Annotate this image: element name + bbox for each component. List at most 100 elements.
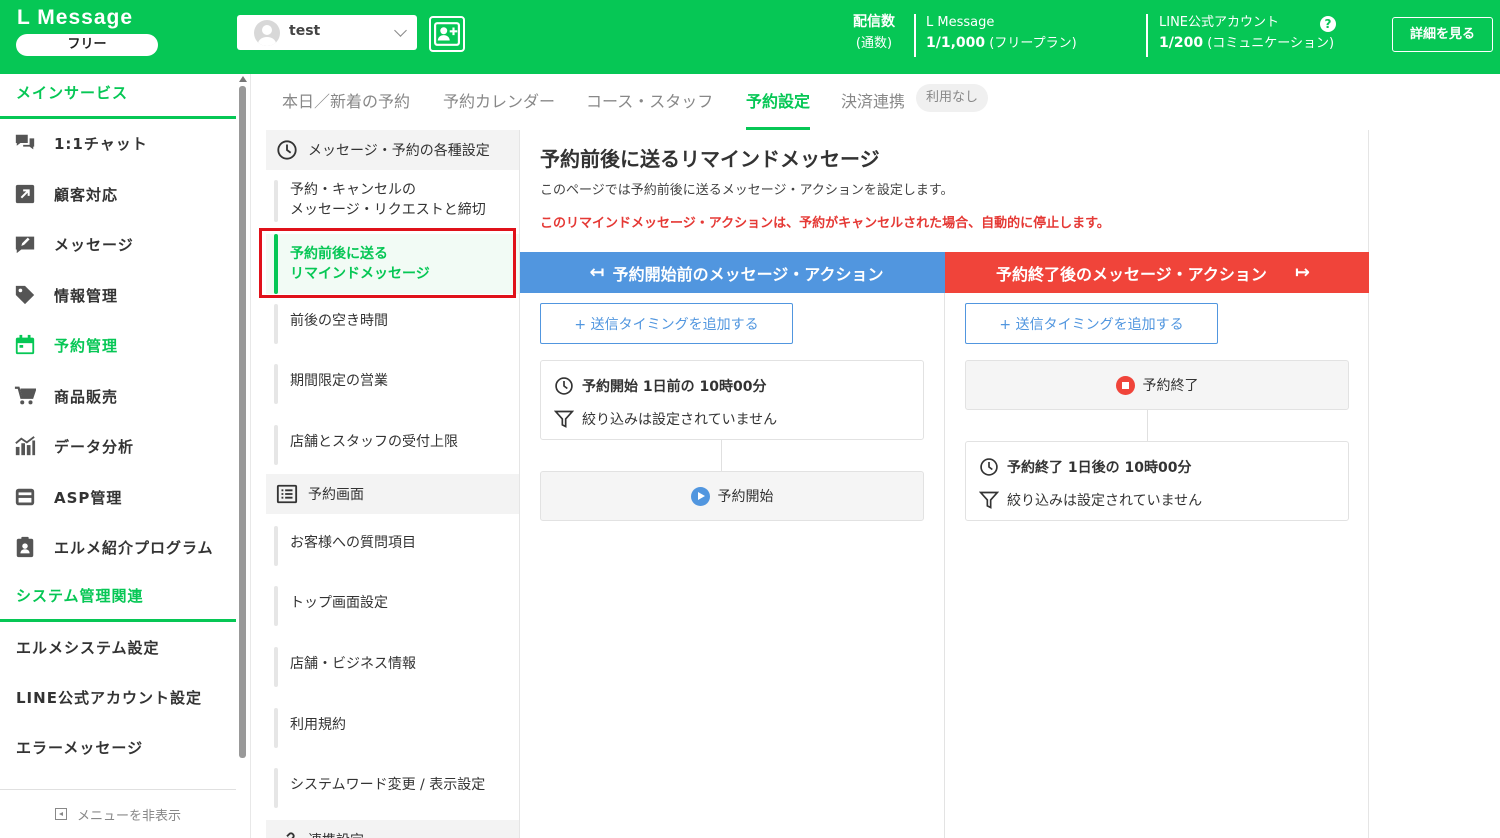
page-description: このページでは予約前後に送るメッセージ・アクションを設定します。: [540, 183, 954, 198]
tab-payment[interactable]: 決済連携: [841, 88, 905, 130]
sidebar-item-message[interactable]: メッセージ: [0, 219, 236, 269]
hide-menu-label: メニューを非表示: [76, 808, 181, 824]
filter-icon: [979, 491, 999, 509]
sidebar-item-reservation[interactable]: 予約管理: [0, 320, 236, 370]
subnav-item-questions[interactable]: お客様への質問項目: [266, 526, 519, 566]
tab-course-staff[interactable]: コース・スタッフ: [586, 88, 713, 130]
avatar: [254, 20, 280, 46]
sidebar-item-label: データ分析: [54, 437, 135, 456]
line-quota-label: LINE公式アカウント: [1159, 15, 1280, 30]
tab-reservation-settings[interactable]: 予約設定: [746, 88, 810, 130]
sidebar-item-line-settings[interactable]: LINE公式アカウント設定: [0, 672, 236, 722]
collapse-icon: [54, 808, 67, 820]
tag-icon: [14, 284, 36, 306]
hide-menu-button[interactable]: メニューを非表示: [0, 789, 236, 838]
clock-icon: [277, 140, 297, 160]
subnav-head-label: 連携設定: [308, 830, 364, 838]
subnav-item-words[interactable]: システムワード変更 / 表示設定: [266, 768, 519, 808]
external-link-icon: [14, 183, 36, 205]
stop-icon: [1115, 375, 1135, 395]
line-plan: (コミュニケーション): [1207, 36, 1335, 51]
line-quota-value: 1/200: [1159, 35, 1204, 51]
subnav-item-limited[interactable]: 期間限定の営業: [266, 364, 519, 404]
sidebar-item-chat[interactable]: 1:1チャット: [0, 118, 236, 168]
header-divider: [1146, 14, 1148, 57]
subnav-head-label: メッセージ・予約の各種設定: [308, 143, 490, 159]
sidebar-item-label: 1:1チャット: [54, 134, 148, 153]
tab-today[interactable]: 本日／新着の予約: [282, 88, 410, 130]
sidebar-scrollbar[interactable]: [239, 86, 246, 758]
add-timing-after-button[interactable]: + 送信タイミングを追加する: [965, 303, 1218, 344]
lmessage-quota-label: L Message: [926, 15, 995, 30]
highlight-outline: [259, 228, 516, 298]
end-label: 予約終了: [1142, 378, 1199, 394]
link-icon: [286, 832, 295, 838]
subnav-item-label: 予約・キャンセルの: [290, 182, 416, 198]
subnav-item-top[interactable]: トップ画面設定: [266, 586, 519, 626]
clock-icon: [980, 458, 998, 476]
reminder-time-row: 予約開始 1日前の 10時00分: [554, 376, 766, 396]
connector-line: [721, 440, 722, 471]
arrow-left-bar-icon: ↤: [589, 262, 605, 283]
sidebar-item-system-settings[interactable]: エルメシステム設定: [0, 622, 236, 672]
cart-icon: [14, 385, 36, 407]
reservation-tabs: 本日／新着の予約 予約カレンダー コース・スタッフ 予約設定 決済連携 利用なし: [266, 74, 1500, 130]
subnav-head-label: 予約画面: [308, 487, 364, 503]
calendar-icon: [14, 334, 36, 356]
tab-calendar[interactable]: 予約カレンダー: [443, 88, 555, 130]
subnav-item-capacity[interactable]: 店舗とスタッフの受付上限: [266, 425, 519, 465]
reminder-time-row: 予約終了 1日後の 10時00分: [979, 457, 1191, 477]
brand-name: L Message: [17, 6, 133, 29]
lmessage-quota: L Message 1/1,000 (フリープラン): [926, 12, 1077, 54]
reminder-time: 予約終了 1日後の 10時00分: [1007, 460, 1192, 476]
section-main-services: メインサービス: [0, 74, 236, 119]
sidebar-item-error-messages[interactable]: エラーメッセージ: [0, 722, 236, 772]
sidebar-item-asp[interactable]: ASP管理: [0, 472, 236, 522]
sidebar-item-sales[interactable]: 商品販売: [0, 371, 236, 421]
details-button[interactable]: 詳細を見る: [1392, 17, 1493, 52]
sidebar-item-referral[interactable]: エルメ紹介プログラム: [0, 522, 236, 572]
subnav-head-screen: 予約画面: [266, 474, 519, 514]
filter-status: 絞り込みは設定されていません: [1007, 493, 1203, 509]
add-user-icon: [434, 22, 460, 46]
subnav-item-gap[interactable]: 前後の空き時間: [266, 304, 519, 344]
sidebar-item-analytics[interactable]: データ分析: [0, 421, 236, 471]
scroll-up-arrow[interactable]: [239, 76, 247, 82]
sidebar-item-label: ASP管理: [54, 488, 123, 507]
section-system: システム管理関連: [0, 577, 236, 622]
list-icon: [276, 484, 298, 504]
plan-badge: フリー: [16, 34, 158, 56]
after-column-header: 予約終了後のメッセージ・アクション ↦: [945, 252, 1369, 293]
subnav-head-message: メッセージ・予約の各種設定: [266, 130, 519, 170]
before-reminder-card[interactable]: 予約開始 1日前の 10時00分 絞り込みは設定されていません: [540, 360, 924, 440]
delivery-count-title: 配信数: [853, 14, 895, 30]
reservation-start-node: 予約開始: [540, 471, 924, 521]
account-select[interactable]: test: [237, 15, 417, 50]
lmessage-quota-value: 1/1,000: [926, 35, 986, 51]
start-label: 予約開始: [717, 489, 774, 505]
sidebar-item-label: 顧客対応: [54, 185, 119, 204]
connector-line: [1147, 410, 1148, 441]
sidebar-item-customer[interactable]: 顧客対応: [0, 169, 236, 219]
asp-icon: [14, 486, 36, 508]
subnav-item-cancel[interactable]: 予約・キャンセルの メッセージ・リクエストと締切: [266, 180, 519, 222]
main-content: 予約前後に送るリマインドメッセージ このページでは予約前後に送るメッセージ・アク…: [519, 130, 1369, 838]
delivery-count-label: 配信数 (通数): [840, 12, 908, 54]
delivery-count-unit: (通数): [855, 36, 893, 51]
payment-status-badge: 利用なし: [916, 84, 989, 112]
sidebar-item-label: 商品販売: [54, 387, 119, 406]
chat-icon: [14, 132, 36, 154]
add-timing-before-button[interactable]: + 送信タイミングを追加する: [540, 303, 793, 344]
logo[interactable]: L Message フリー: [16, 6, 158, 56]
page-warning: このリマインドメッセージ・アクションは、予約がキャンセルされた場合、自動的に停止…: [540, 216, 1110, 231]
sidebar-item-info[interactable]: 情報管理: [0, 270, 236, 320]
sidebar-item-label: メッセージ: [54, 235, 134, 254]
subnav-item-store[interactable]: 店舗・ビジネス情報: [266, 647, 519, 687]
subnav-item-terms[interactable]: 利用規約: [266, 708, 519, 748]
help-icon[interactable]: ?: [1320, 16, 1336, 32]
chart-icon: [14, 435, 36, 457]
lmessage-plan: (フリープラン): [989, 36, 1077, 51]
before-column-header: ↤ 予約開始前のメッセージ・アクション: [520, 252, 945, 293]
after-reminder-card[interactable]: 予約終了 1日後の 10時00分 絞り込みは設定されていません: [965, 441, 1349, 521]
add-account-button[interactable]: [429, 16, 465, 52]
